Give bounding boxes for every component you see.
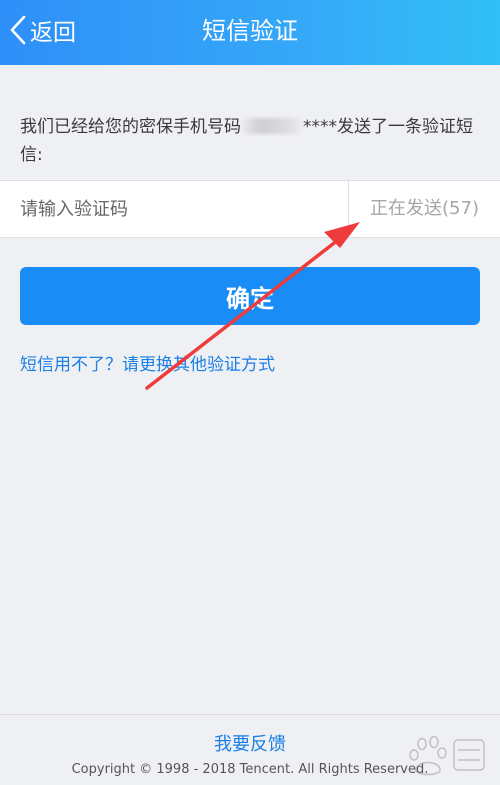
masked-phone-number <box>241 118 303 134</box>
verification-code-input[interactable] <box>0 181 348 237</box>
notice-text-before: 我们已经给您的密保手机号码 <box>20 117 241 137</box>
feedback-link[interactable]: 我要反馈 <box>0 730 500 756</box>
page-title: 短信验证 <box>202 17 298 45</box>
footer-divider <box>0 714 500 715</box>
top-nav-bar: 返回 短信验证 <box>0 0 500 65</box>
sms-sent-notice: 我们已经给您的密保手机号码 ****发送了一条验证短信: <box>20 113 490 169</box>
confirm-button[interactable]: 确定 <box>20 267 480 325</box>
copyright-text: Copyright © 1998 - 2018 Tencent. All Rig… <box>71 762 429 777</box>
alternative-verification-link[interactable]: 短信用不了？请更换其他验证方式 <box>20 350 275 375</box>
verification-code-row: 正在发送(57) <box>0 180 500 238</box>
resend-countdown: 正在发送(57) <box>370 198 479 219</box>
